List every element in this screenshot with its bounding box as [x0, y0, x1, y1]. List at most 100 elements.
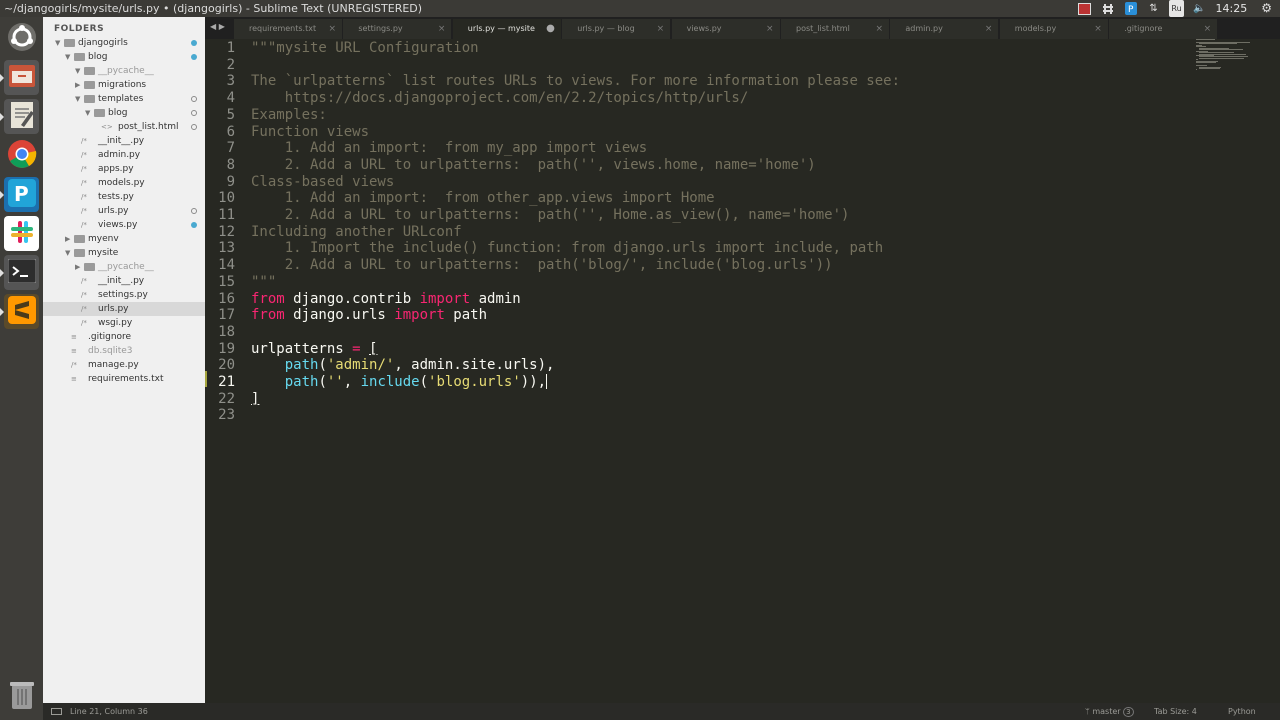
ubuntu-dash-button[interactable] [4, 21, 39, 56]
line-number: 13 [218, 240, 235, 257]
close-tab-icon[interactable]: × [766, 19, 774, 39]
trash-button[interactable] [4, 679, 39, 714]
unsaved-dot-icon[interactable]: ● [546, 19, 555, 39]
tab[interactable]: post_list.html × [781, 19, 889, 39]
chevron-right-icon[interactable]: ▶ [65, 232, 73, 246]
sidebar-file[interactable]: ≡ requirements.txt [43, 372, 205, 386]
panel-toggle-icon[interactable] [51, 708, 62, 715]
sidebar-file[interactable]: /* settings.py [43, 288, 205, 302]
close-tab-icon[interactable]: × [657, 19, 665, 39]
sidebar-file[interactable]: /* views.py [43, 218, 205, 232]
chrome-button[interactable] [4, 138, 39, 173]
tab-nav-arrows-icon[interactable]: ◀ ▶ [210, 22, 225, 31]
close-tab-icon[interactable]: × [1094, 19, 1102, 39]
tab-size[interactable]: Tab Size: 4 [1154, 703, 1197, 720]
chevron-right-icon[interactable]: ▶ [75, 78, 83, 92]
tab[interactable]: .gitignore × [1109, 19, 1218, 39]
chevron-right-icon[interactable]: ▶ [75, 260, 83, 274]
code-line[interactable]: """mysite URL Configuration [251, 40, 479, 56]
tab[interactable]: urls.py — blog × [562, 19, 671, 39]
pycharm-tray-icon[interactable]: P [1124, 2, 1138, 15]
syntax-mode[interactable]: Python [1228, 703, 1256, 720]
tab[interactable]: admin.py × [890, 19, 999, 39]
code-line[interactable]: ] [251, 391, 259, 407]
code-token: , [343, 374, 361, 390]
volume-icon[interactable]: 🔈 [1193, 2, 1207, 15]
code-line[interactable]: urlpatterns = [ [251, 341, 377, 357]
code-token: include [360, 374, 420, 390]
code-line[interactable]: The `urlpatterns` list routes URLs to vi… [251, 73, 900, 89]
keyboard-layout-indicator[interactable]: Ru [1169, 0, 1184, 17]
sidebar-folder[interactable]: ▼ blog [43, 50, 205, 64]
chevron-down-icon[interactable]: ▼ [75, 64, 83, 78]
sidebar-folder[interactable]: ▼ blog [43, 106, 205, 120]
code-line[interactable]: """ [251, 274, 276, 290]
clock[interactable]: 14:25 [1216, 0, 1248, 17]
code-line[interactable]: Including another URLconf [251, 224, 462, 240]
code-line[interactable]: path('admin/', admin.site.urls), [251, 357, 555, 373]
files-button[interactable] [0, 60, 39, 95]
sidebar-file[interactable]: ≡ db.sqlite3 [43, 344, 205, 358]
chevron-down-icon[interactable]: ▼ [75, 92, 83, 106]
sidebar-file[interactable]: /* tests.py [43, 190, 205, 204]
gear-icon[interactable]: ⚙ [1261, 0, 1272, 17]
tab[interactable]: urls.py — mysite ● [452, 19, 561, 39]
code-line[interactable]: 1. Add an import: from other_app.views i… [251, 190, 715, 206]
network-icon[interactable]: ⇅ [1147, 2, 1161, 15]
close-tab-icon[interactable]: × [328, 19, 336, 39]
code-line[interactable]: 2. Add a URL to urlpatterns: path('', Ho… [251, 207, 850, 223]
code-line[interactable]: path('', include('blog.urls')), [251, 374, 548, 390]
code-line[interactable]: 1. Import the include() function: from d… [251, 240, 883, 256]
code-line[interactable]: https://docs.djangoproject.com/en/2.2/to… [251, 90, 749, 106]
sidebar-folder[interactable]: ▶ migrations [43, 78, 205, 92]
sublime-text-button[interactable] [0, 294, 39, 329]
sidebar-folder[interactable]: ▼ djangogirls [43, 36, 205, 50]
code-editor[interactable]: 1 2 3 4 5 6 7 8 9 10 11 12 13 14 15 16 17 18 19 20 21 22 23 ""… [205, 39, 1280, 703]
close-tab-icon[interactable]: × [438, 19, 446, 39]
close-tab-icon[interactable]: × [875, 19, 883, 39]
sidebar-file[interactable]: <> post_list.html [43, 120, 205, 134]
sidebar-folder[interactable]: ▼ __pycache__ [43, 64, 205, 78]
sidebar-folder[interactable]: ▶ myenv [43, 232, 205, 246]
chevron-down-icon[interactable]: ▼ [85, 106, 93, 120]
code-line[interactable]: from django.contrib import admin [251, 291, 521, 307]
chevron-down-icon[interactable]: ▼ [65, 50, 73, 64]
pycharm-button[interactable]: P [0, 177, 39, 212]
sidebar-file[interactable]: /* __init__.py [43, 134, 205, 148]
chevron-down-icon[interactable]: ▼ [65, 246, 73, 260]
slack-button[interactable] [4, 216, 39, 251]
code-line[interactable]: Class-based views [251, 174, 394, 190]
sidebar-file[interactable]: /* wsgi.py [43, 316, 205, 330]
sidebar-file[interactable]: /* apps.py [43, 162, 205, 176]
code-line[interactable]: 2. Add a URL to urlpatterns: path('', vi… [251, 157, 816, 173]
sidebar-file[interactable]: /* models.py [43, 176, 205, 190]
sidebar-file[interactable]: /* manage.py [43, 358, 205, 372]
sidebar-folder[interactable]: ▶ __pycache__ [43, 260, 205, 274]
code-line[interactable]: from django.urls import path [251, 307, 487, 323]
tab[interactable]: views.py × [671, 19, 780, 39]
tab[interactable]: requirements.txt × [234, 19, 342, 39]
slack-tray-icon[interactable] [1101, 2, 1115, 15]
sidebar-file[interactable]: /* admin.py [43, 148, 205, 162]
code-line[interactable]: Examples: [251, 107, 327, 123]
minimap[interactable] [1196, 39, 1260, 73]
code-line[interactable]: Function views [251, 124, 369, 140]
close-tab-icon[interactable]: × [985, 19, 993, 39]
record-indicator-icon[interactable] [1078, 2, 1092, 15]
sidebar-file[interactable]: ≡ .gitignore [43, 330, 205, 344]
code-line[interactable]: 2. Add a URL to urlpatterns: path('blog/… [251, 257, 833, 273]
code-line[interactable]: 1. Add an import: from my_app import vie… [251, 140, 647, 156]
tab[interactable]: settings.py × [343, 19, 452, 39]
sidebar-folder[interactable]: ▼ templates [43, 92, 205, 106]
sidebar-file[interactable]: /* urls.py [43, 204, 205, 218]
sidebar-folder[interactable]: ▼ mysite [43, 246, 205, 260]
tab[interactable]: models.py × [999, 19, 1108, 39]
git-branch[interactable]: ᛘ master 3 [1085, 703, 1134, 720]
close-tab-icon[interactable]: × [1204, 19, 1212, 39]
chevron-down-icon[interactable]: ▼ [55, 36, 63, 50]
sidebar-file[interactable]: /* urls.py [43, 302, 205, 316]
sidebar-item-label: djangogirls [78, 38, 128, 48]
terminal-button[interactable] [0, 255, 39, 290]
sidebar-file[interactable]: /* __init__.py [43, 274, 205, 288]
text-editor-button[interactable] [0, 99, 39, 134]
